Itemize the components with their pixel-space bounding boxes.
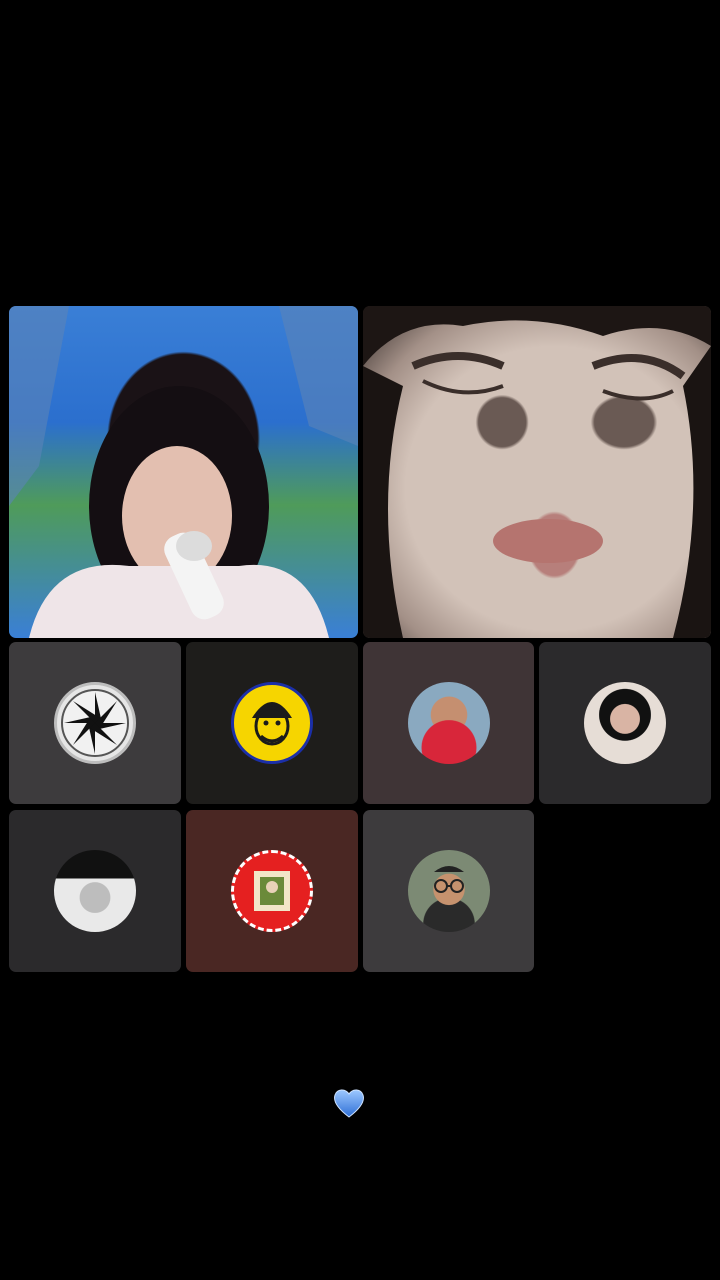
host-singer-video[interactable] [9, 306, 358, 638]
guest-seat-2[interactable] [186, 642, 358, 804]
guest-seat-7[interactable] [363, 810, 534, 972]
host-singer-scene [9, 306, 358, 638]
red-badge-avatar [231, 850, 313, 932]
host-closeup-video[interactable] [363, 306, 711, 638]
guest-seat-1[interactable] [9, 642, 181, 804]
guest-seat-6[interactable] [186, 810, 358, 972]
red-cap-man-avatar [407, 682, 490, 764]
guest-seat-4[interactable] [539, 642, 711, 804]
star-pattern-avatar [54, 682, 136, 764]
badge-picture-icon [254, 871, 290, 911]
glasses-icon [433, 866, 464, 893]
star-pattern-icon [61, 689, 129, 757]
live-room-screen [0, 0, 720, 1280]
host-closeup-scene [363, 306, 711, 638]
guest-seat-3[interactable] [363, 642, 534, 804]
cartoon-face-icon [237, 688, 307, 758]
man-glasses-avatar [407, 850, 490, 932]
heart-shape [334, 1089, 364, 1118]
guest-seat-5[interactable] [9, 810, 181, 972]
yellow-cartoon-avatar [231, 682, 313, 764]
woman-headscarf-avatar [584, 682, 666, 764]
blue-heart-icon[interactable] [332, 1086, 366, 1120]
man-hat-avatar [54, 850, 136, 932]
